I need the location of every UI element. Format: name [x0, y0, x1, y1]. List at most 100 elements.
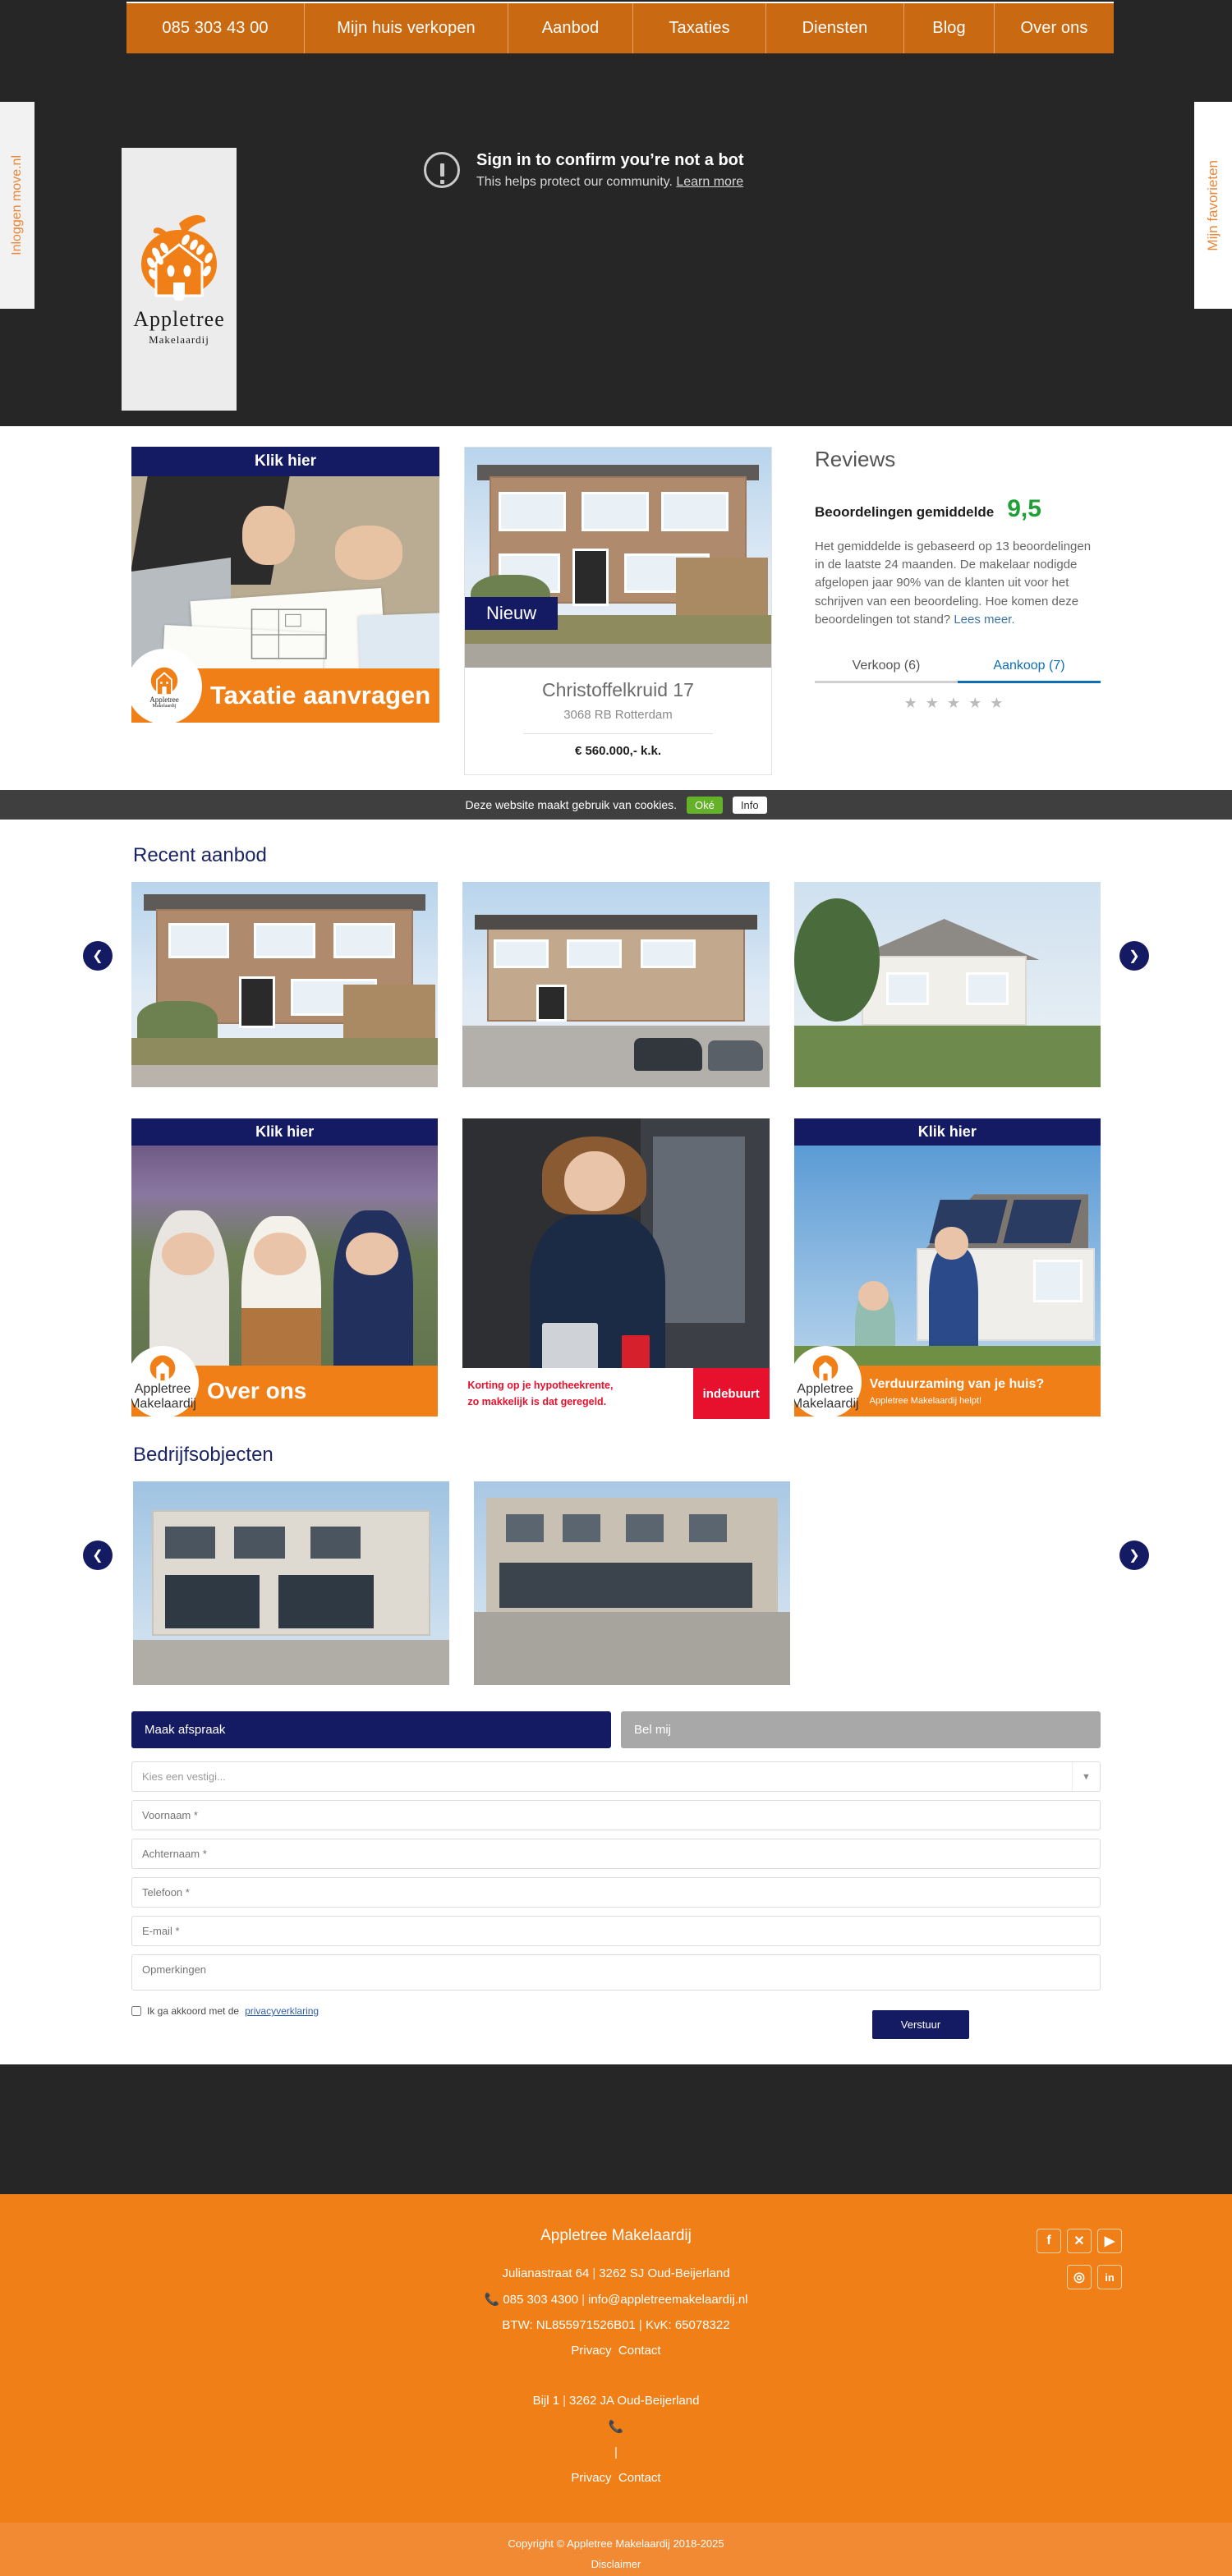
firstname-field[interactable]	[131, 1800, 1101, 1830]
copyright-text: Copyright © Appletree Makelaardij 2018-2…	[508, 2537, 724, 2550]
footer-email-1[interactable]: info@appletreemakelaardij.nl	[588, 2293, 748, 2307]
banner-3-badge-sub: Makelaardij	[793, 1397, 859, 1411]
bedrijf-prev-button[interactable]: ❮	[83, 1541, 113, 1570]
disclaimer-link[interactable]: Disclaimer	[591, 2558, 641, 2570]
banner-over-ons[interactable]: Klik hier Appletree Makelaardij Over ons	[131, 1118, 439, 1419]
banner-1-photo: Appletree Makelaardij Over ons	[131, 1146, 439, 1417]
linkedin-icon[interactable]: in	[1097, 2265, 1122, 2289]
phone-field[interactable]	[131, 1877, 1101, 1908]
youtube-icon[interactable]: ▶	[1097, 2229, 1122, 2253]
tab-maak-afspraak[interactable]: Maak afspraak	[131, 1711, 611, 1748]
listing-thumb-3[interactable]	[793, 882, 1101, 1087]
taxatie-promo-card[interactable]: Klik hier Appletree Makelaardij Taxatie …	[131, 447, 439, 775]
footer-separator-2: |	[614, 2445, 618, 2459]
promo-head-label: Klik hier	[131, 447, 439, 476]
nav-item-sell[interactable]: Mijn huis verkopen	[304, 3, 508, 53]
banner-2-line2: zo makkelijk is dat geregeld.	[467, 1396, 607, 1407]
bot-banner-subtitle: This helps protect our community. Learn …	[476, 174, 744, 189]
banner-1-cta-label: Over ons	[207, 1378, 307, 1403]
featured-listing-card[interactable]: Nieuw Christoffelkruid 17 3068 RB Rotter…	[464, 447, 772, 775]
banner-3-cta-bar: Appletree Makelaardij Verduurzaming van …	[793, 1346, 1101, 1417]
instagram-icon[interactable]: ◎	[1067, 2265, 1092, 2289]
banner-2-text-bar: Korting op je hypotheekrente, zo makkeli…	[462, 1368, 770, 1419]
banner-hypotheekrente[interactable]: Korting op je hypotheekrente, zo makkeli…	[462, 1118, 770, 1419]
nav-item-taxaties[interactable]: Taxaties	[632, 3, 765, 53]
reviews-read-more-link[interactable]: Lees meer.	[954, 613, 1014, 627]
promo-photo: Appletree Makelaardij Taxatie aanvragen	[131, 476, 439, 723]
footer-privacy-1[interactable]: Privacy	[571, 2344, 611, 2358]
favorites-tab[interactable]: Mijn favorieten	[1194, 102, 1232, 309]
banner-3-cta-main: Verduurzaming van je huis?	[869, 1376, 1045, 1391]
main-navigation: 085 303 43 00 Mijn huis verkopen Aanbod …	[126, 2, 1114, 53]
nav-item-blog[interactable]: Blog	[903, 3, 994, 53]
footer-phone-1[interactable]: 085 303 4300	[503, 2293, 578, 2307]
commercial-thumb-2[interactable]	[474, 1481, 790, 1685]
banner-2-line1: Korting op je hypotheekrente,	[467, 1380, 614, 1391]
nav-item-aanbod[interactable]: Aanbod	[508, 3, 632, 53]
banner-3-cta-sub: Appletree Makelaardij helpt!	[869, 1395, 982, 1406]
lower-content: Recent aanbod ❮ ❯ Klik hier Appletree Ma…	[0, 820, 1232, 2064]
footer-tax: BTW: NL855971526B01 | KvK: 65078322	[502, 2318, 730, 2332]
banner-1-cta-bar: Appletree Makelaardij Over ons	[131, 1346, 439, 1417]
nav-item-phone[interactable]: 085 303 43 00	[126, 3, 304, 53]
login-move-tab[interactable]: Inloggen move.nl	[0, 102, 34, 309]
footer-postcode-2: 3262 JA Oud-Beijerland	[568, 2394, 700, 2408]
logo-name: Appletree	[133, 307, 225, 331]
submit-button[interactable]: Verstuur	[872, 2010, 969, 2039]
divider	[523, 733, 713, 734]
footer-contact-link-2[interactable]: Contact	[618, 2471, 661, 2485]
footer-address-2: Bijl 1 | 3262 JA Oud-Beijerland	[532, 2394, 700, 2408]
listing-badge-nieuw: Nieuw	[465, 597, 559, 630]
listing-thumb-2[interactable]	[462, 882, 770, 1087]
banner-3-head: Klik hier	[793, 1118, 1101, 1146]
banner-2-photo: Korting op je hypotheekrente, zo makkeli…	[462, 1118, 770, 1419]
listing-thumb-1[interactable]	[131, 882, 439, 1087]
recent-aanbod-section: Recent aanbod ❮ ❯	[0, 844, 1232, 1087]
email-field[interactable]	[131, 1916, 1101, 1946]
learn-more-link[interactable]: Learn more	[676, 175, 743, 189]
listing-photo: Nieuw	[465, 448, 771, 668]
banner-1-logo-badge: Appletree Makelaardij	[131, 1346, 199, 1417]
vestiging-select[interactable]: Kies een vestigi...	[131, 1761, 1101, 1792]
privacy-checkbox[interactable]	[131, 2006, 141, 2016]
reviews-body: Het gemiddelde is gebaseerd op 13 beoord…	[815, 538, 1101, 629]
contact-form: Maak afspraak Bel mij Kies een vestigi..…	[0, 1685, 1232, 2064]
recent-prev-button[interactable]: ❮	[83, 941, 113, 971]
banner-3-logo-badge: Appletree Makelaardij	[793, 1346, 862, 1417]
reviews-panel: Reviews Beoordelingen gemiddelde 9,5 Het…	[797, 447, 1101, 775]
copyright-bar: Copyright © Appletree Makelaardij 2018-2…	[0, 2523, 1232, 2576]
tab-verkoop[interactable]: Verkoop (6)	[815, 659, 958, 683]
page-content: Klik hier Appletree Makelaardij Taxatie …	[0, 426, 1232, 1228]
listing-title: Christoffelkruid 17	[542, 679, 694, 700]
cookie-info-button[interactable]: Info	[732, 796, 767, 814]
x-twitter-icon[interactable]: ✕	[1067, 2229, 1092, 2253]
privacy-link[interactable]: privacyverklaring	[245, 2005, 319, 2017]
bedrijfsobjecten-title: Bedrijfsobjecten	[133, 1444, 274, 1466]
footer-links-1: Privacy Contact	[0, 2344, 1232, 2358]
tab-bel-mij[interactable]: Bel mij	[621, 1711, 1101, 1748]
footer-privacy-2[interactable]: Privacy	[571, 2471, 611, 2485]
phone-icon-2: 📞	[608, 2420, 624, 2434]
remarks-field[interactable]	[131, 1954, 1101, 1991]
nav-item-over-ons[interactable]: Over ons	[994, 3, 1114, 53]
promo-logo-badge: Appletree Makelaardij	[131, 649, 202, 723]
facebook-icon[interactable]: f	[1037, 2229, 1061, 2253]
privacy-agree-text: Ik ga akkoord met de	[147, 2005, 240, 2017]
chevron-down-icon: ▼	[1072, 1762, 1100, 1791]
lastname-field[interactable]	[131, 1839, 1101, 1869]
bot-banner-title: Sign in to confirm you’re not a bot	[476, 150, 744, 169]
footer-contact-2: 📞	[0, 2419, 1232, 2434]
recent-aanbod-title: Recent aanbod	[133, 844, 267, 866]
apple-house-logo-icon	[136, 212, 222, 301]
cookie-accept-button[interactable]: Oké	[687, 796, 723, 814]
commercial-thumb-1[interactable]	[133, 1481, 449, 1685]
banner-1-head: Klik hier	[131, 1118, 439, 1146]
banner-3-badge-name: Appletree	[797, 1382, 853, 1396]
nav-item-diensten[interactable]: Diensten	[765, 3, 903, 53]
tab-aankoop[interactable]: Aankoop (7)	[958, 659, 1101, 683]
recent-next-button[interactable]: ❯	[1119, 941, 1149, 971]
site-logo[interactable]: Appletree Makelaardij	[122, 148, 237, 411]
bedrijf-next-button[interactable]: ❯	[1119, 1541, 1149, 1570]
banner-verduurzaming[interactable]: Klik hier Appletree Makelaardij Verduurz…	[793, 1118, 1101, 1419]
footer-contact-link-1[interactable]: Contact	[618, 2344, 661, 2358]
